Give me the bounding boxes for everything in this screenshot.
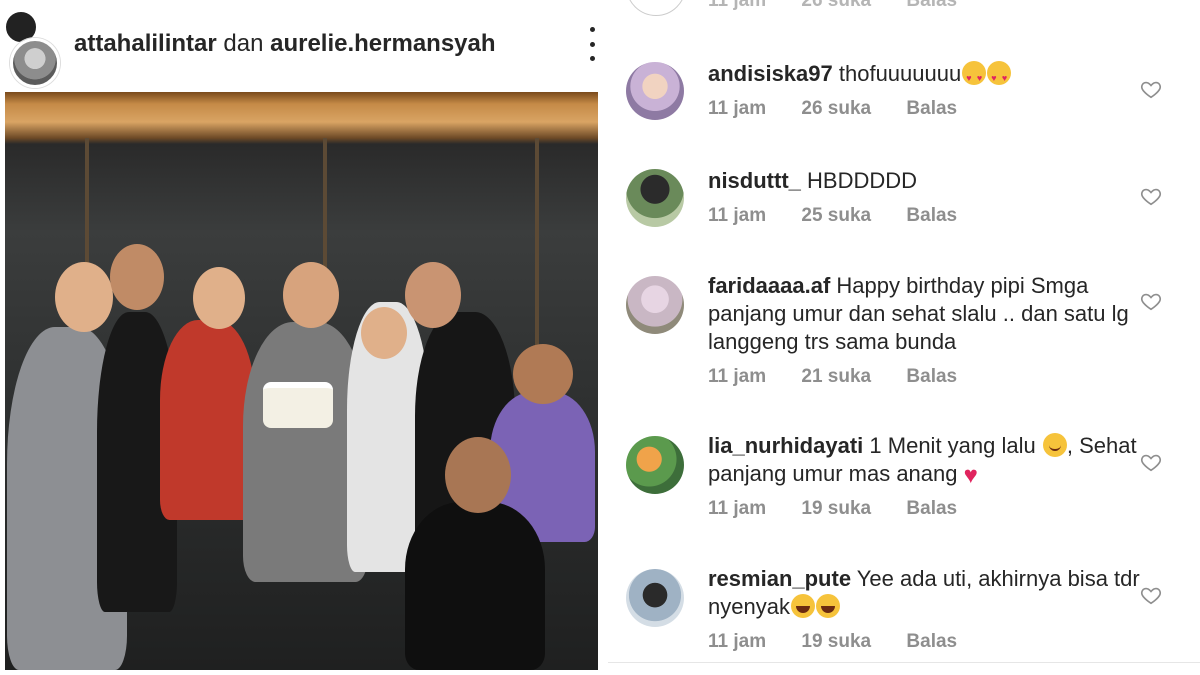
divider <box>600 0 608 675</box>
reply-button[interactable]: Balas <box>906 0 957 11</box>
comment-likes[interactable]: 19 suka <box>801 631 871 652</box>
comment-text: lia_nurhidayati 1 Menit yang lalu , Seha… <box>708 432 1140 490</box>
avatar[interactable] <box>626 276 684 334</box>
reply-button[interactable]: Balas <box>906 498 957 519</box>
reply-button[interactable]: Balas <box>906 366 957 387</box>
heart-eyes-emoji <box>962 61 987 92</box>
reply-button[interactable]: Balas <box>906 205 957 226</box>
post-photo[interactable] <box>5 92 598 670</box>
reply-button[interactable]: Balas <box>906 98 957 119</box>
comment-meta: 11 jam 19 suka Balas <box>708 498 987 520</box>
reply-button[interactable]: Balas <box>906 631 957 652</box>
heart-eyes-emoji <box>987 61 1012 92</box>
avatar[interactable] <box>626 0 686 16</box>
like-heart-icon[interactable] <box>1140 185 1162 207</box>
divider <box>608 662 1200 663</box>
birthday-cake <box>263 382 333 428</box>
like-heart-icon[interactable] <box>1140 451 1162 473</box>
comment-username[interactable]: faridaaaa.af <box>708 273 830 298</box>
avatar-aurelie[interactable] <box>10 38 60 88</box>
smiling-emoji <box>1042 433 1067 457</box>
avatar[interactable] <box>626 436 684 494</box>
post-header: attahalilintar dan aurelie.hermansyah <box>0 0 600 90</box>
comment-meta: 11 jam 26 suka Balas <box>708 0 987 12</box>
comment-time: 11 jam <box>708 631 767 652</box>
username-link[interactable]: attahalilintar <box>74 30 217 57</box>
post-author-title: attahalilintar dan aurelie.hermansyah <box>74 30 496 58</box>
comment-time: 11 jam <box>708 205 767 226</box>
comment-likes[interactable]: 25 suka <box>801 205 871 226</box>
laughing-emoji <box>790 594 815 618</box>
comment-text: nisduttt_ HBDDDDD <box>708 167 1140 195</box>
instagram-post: attahalilintar dan aurelie.hermansyah <box>0 0 600 675</box>
comment-time: 11 jam <box>708 98 767 119</box>
conjunction-text: dan <box>223 30 264 57</box>
comment-text: faridaaaa.af Happy birthday pipi Smga pa… <box>708 272 1140 356</box>
comment-meta: 11 jam 19 suka Balas <box>708 631 987 653</box>
comment-text: resmian_pute Yee ada uti, akhirnya bisa … <box>708 565 1140 621</box>
comment-meta: 11 jam 25 suka Balas <box>708 205 987 227</box>
laughing-emoji <box>815 594 840 618</box>
comment-message: 1 Menit yang lalu <box>869 433 1036 458</box>
comment-time: 11 jam <box>708 498 767 519</box>
comment-meta: 11 jam 21 suka Balas <box>708 366 987 388</box>
like-heart-icon[interactable] <box>1140 78 1162 100</box>
avatar[interactable] <box>626 62 684 120</box>
comment-message: HBDDDDD <box>807 168 918 193</box>
post-avatars[interactable] <box>4 10 62 88</box>
comment-likes[interactable]: 26 suka <box>801 0 871 11</box>
comment-likes[interactable]: 21 suka <box>801 366 871 387</box>
comment-meta: 11 jam 26 suka Balas <box>708 98 987 120</box>
avatar[interactable] <box>626 169 684 227</box>
comment-time: 11 jam <box>708 0 767 11</box>
comment-username[interactable]: nisduttt_ <box>708 168 801 193</box>
comments-panel[interactable]: 11 jam 26 suka Balas andisiska97 thofuuu… <box>608 0 1200 675</box>
comment-username[interactable]: andisiska97 <box>708 61 833 86</box>
comment-text: andisiska97 thofuuuuuuu <box>708 60 1140 92</box>
like-heart-icon[interactable] <box>1140 584 1162 606</box>
username-link[interactable]: aurelie.hermansyah <box>270 30 495 57</box>
avatar[interactable] <box>626 569 684 627</box>
comment-time: 11 jam <box>708 366 767 387</box>
comment-likes[interactable]: 19 suka <box>801 498 871 519</box>
partial-comment: 11 jam 26 suka Balas <box>608 0 1200 16</box>
red-heart-emoji: ♥ <box>963 462 978 489</box>
comment-username[interactable]: resmian_pute <box>708 566 851 591</box>
comment-message: thofuuuuuuu <box>838 61 962 86</box>
more-options-icon[interactable] <box>588 27 596 61</box>
like-heart-icon[interactable] <box>1140 290 1162 312</box>
comment-username[interactable]: lia_nurhidayati <box>708 433 863 458</box>
comment-likes[interactable]: 26 suka <box>801 98 871 119</box>
